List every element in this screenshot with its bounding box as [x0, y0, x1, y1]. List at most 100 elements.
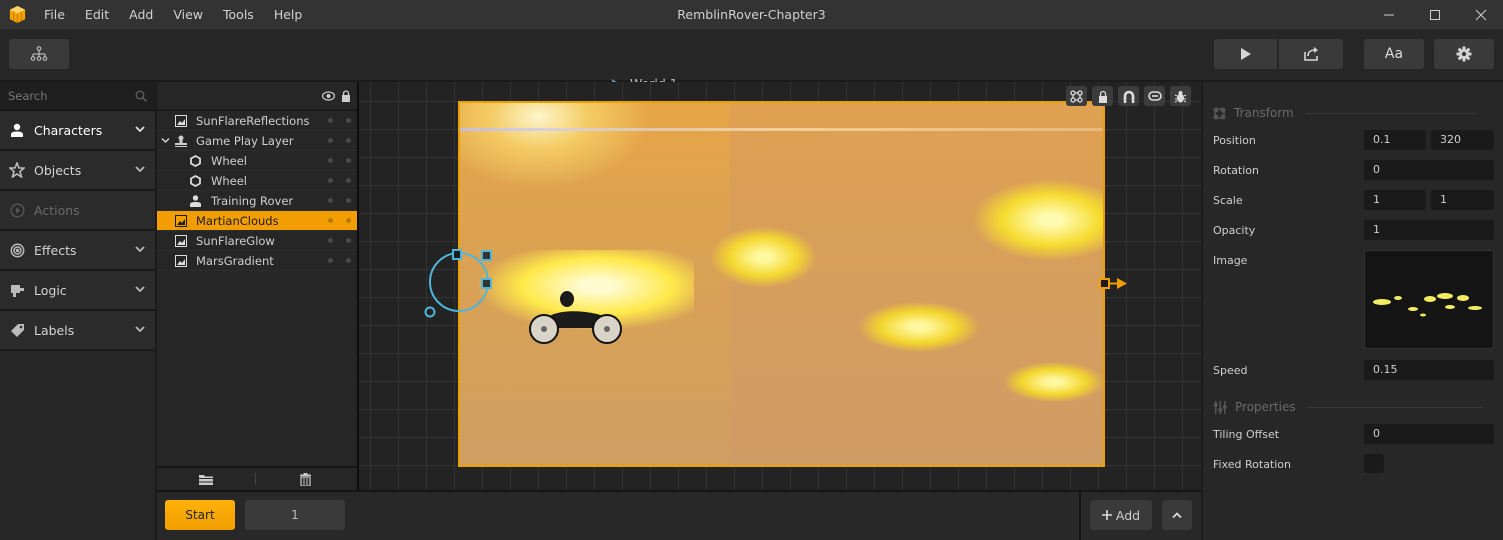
layer-row[interactable]: Training Rover	[157, 191, 357, 211]
logic-icon	[10, 284, 24, 297]
lock-tool-button[interactable]	[1092, 86, 1113, 106]
category-logic[interactable]: Logic	[0, 271, 155, 311]
fixed-rotation-checkbox[interactable]	[1364, 454, 1384, 473]
position-y-input[interactable]: 320	[1431, 130, 1494, 150]
layer-row[interactable]: MartianClouds	[157, 211, 357, 231]
maximize-button[interactable]	[1412, 0, 1458, 29]
lock-toggle[interactable]	[346, 218, 351, 223]
scene-tab[interactable]: 1	[245, 500, 345, 530]
settings-button[interactable]	[1434, 39, 1494, 69]
layers-header	[157, 82, 357, 111]
search-icon	[135, 90, 147, 102]
layer-row[interactable]: Wheel	[157, 151, 357, 171]
position-label: Position	[1213, 134, 1256, 147]
cloud	[711, 227, 816, 287]
chevron-down-icon	[135, 126, 145, 133]
close-button[interactable]	[1458, 0, 1503, 29]
menu-view[interactable]: View	[163, 0, 213, 29]
layer-name: MartianClouds	[196, 213, 279, 228]
category-labels[interactable]: Labels	[0, 311, 155, 351]
lock-icon[interactable]	[341, 89, 351, 102]
layer-row[interactable]: Wheel	[157, 171, 357, 191]
category-effects[interactable]: Effects	[0, 231, 155, 271]
lock-toggle[interactable]	[346, 238, 351, 243]
hierarchy-icon	[30, 46, 48, 61]
category-label: Objects	[34, 162, 82, 178]
category-label: Characters	[34, 122, 103, 138]
scene-tree-button[interactable]	[9, 39, 69, 69]
start-scene-button[interactable]: Start	[165, 500, 235, 530]
layers-footer	[157, 466, 357, 490]
menu-help[interactable]: Help	[264, 0, 313, 29]
viewport-tools	[1066, 86, 1191, 106]
lock-toggle[interactable]	[346, 258, 351, 263]
opacity-label: Opacity	[1213, 224, 1256, 237]
lock-toggle[interactable]	[346, 158, 351, 163]
layer-list: SunFlareReflections Game Play Layer Wheel W…	[157, 111, 357, 271]
play-button[interactable]	[1214, 39, 1277, 69]
trash-icon	[300, 472, 311, 486]
plus-icon	[1101, 510, 1112, 520]
chevron-down-icon[interactable]	[161, 137, 170, 144]
opacity-input[interactable]: 1	[1364, 220, 1494, 240]
clouds-thumbnail	[1373, 293, 1482, 317]
visibility-toggle[interactable]	[328, 158, 333, 163]
category-label: Actions	[34, 202, 80, 218]
search-input[interactable]: Search	[8, 89, 48, 103]
scene-number: 1	[291, 508, 299, 522]
add-folder-button[interactable]	[157, 474, 255, 485]
bug-icon	[1174, 90, 1187, 102]
layer-row[interactable]: Game Play Layer	[157, 131, 357, 151]
start-label: Start	[185, 508, 215, 522]
scene-viewport[interactable]	[359, 82, 1201, 490]
speed-input[interactable]: 0.15	[1364, 360, 1494, 380]
layer-row[interactable]: MarsGradient	[157, 251, 357, 271]
font-button[interactable]: Aa	[1364, 39, 1424, 69]
library-search[interactable]: Search	[0, 82, 155, 111]
add-scene-button[interactable]: Add	[1090, 500, 1152, 530]
visibility-toggle[interactable]	[328, 118, 333, 123]
menu-tools[interactable]: Tools	[213, 0, 264, 29]
visibility-eye-icon[interactable]	[322, 90, 335, 101]
scene-canvas[interactable]	[459, 102, 1104, 466]
image-preview[interactable]	[1364, 250, 1494, 349]
lock-toggle[interactable]	[346, 178, 351, 183]
publish-button[interactable]	[1279, 39, 1343, 69]
menu-file[interactable]: File	[34, 0, 75, 29]
share-icon	[1304, 47, 1318, 61]
visibility-toggle[interactable]	[328, 178, 333, 183]
scale-x-input[interactable]: 1	[1364, 190, 1426, 210]
scale-y-input[interactable]: 1	[1431, 190, 1494, 210]
position-x-input[interactable]: 0.1	[1364, 130, 1426, 150]
title-bar: File Edit Add View Tools Help RemblinRov…	[0, 0, 1503, 29]
minimize-icon	[1384, 14, 1394, 15]
tiling-offset-input[interactable]: 0	[1364, 424, 1494, 444]
visibility-toggle[interactable]	[328, 238, 333, 243]
transform-tool-button[interactable]	[1066, 86, 1087, 106]
visibility-toggle[interactable]	[328, 198, 333, 203]
lock-toggle[interactable]	[346, 138, 351, 143]
link-tool-button[interactable]	[1144, 86, 1165, 106]
debug-tool-button[interactable]	[1170, 86, 1191, 106]
snap-tool-button[interactable]	[1118, 86, 1139, 106]
lock-toggle[interactable]	[346, 198, 351, 203]
chevron-down-icon	[135, 246, 145, 253]
visibility-toggle[interactable]	[328, 218, 333, 223]
delete-layer-button[interactable]	[256, 472, 355, 486]
menu-add[interactable]: Add	[119, 0, 163, 29]
menu-edit[interactable]: Edit	[75, 0, 119, 29]
visibility-toggle[interactable]	[328, 138, 333, 143]
category-actions[interactable]: Actions	[0, 191, 155, 231]
resize-handle-right[interactable]	[1098, 277, 1130, 291]
layer-row[interactable]: SunFlareGlow	[157, 231, 357, 251]
category-objects[interactable]: Objects	[0, 151, 155, 191]
rotation-gizmo[interactable]	[419, 246, 499, 326]
minimize-button[interactable]	[1366, 0, 1412, 29]
layer-row[interactable]: SunFlareReflections	[157, 111, 357, 131]
visibility-toggle[interactable]	[328, 258, 333, 263]
rotation-input[interactable]: 0	[1364, 160, 1494, 180]
expand-scenes-button[interactable]	[1162, 500, 1192, 530]
lock-toggle[interactable]	[346, 118, 351, 123]
hexagon-icon	[190, 175, 201, 187]
category-characters[interactable]: Characters	[0, 111, 155, 151]
